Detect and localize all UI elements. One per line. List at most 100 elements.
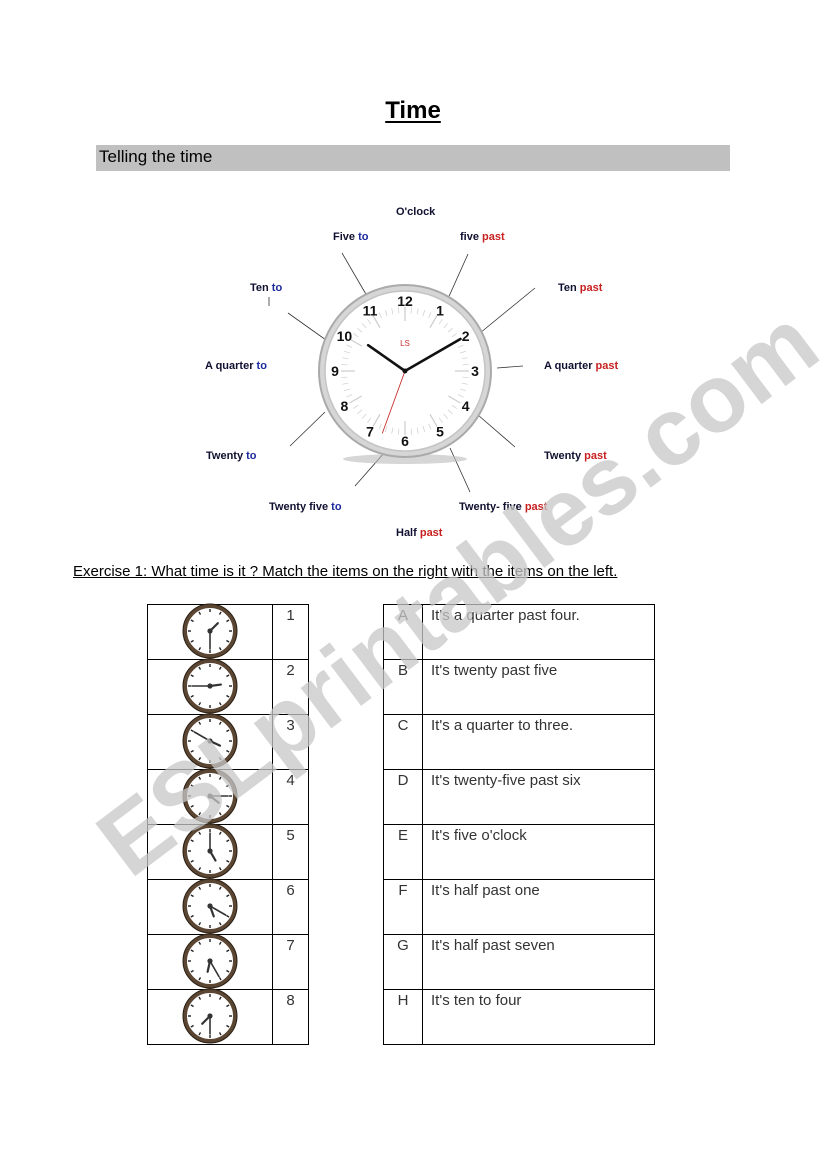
clock-number: 2 (272, 659, 309, 715)
label-main: Twenty- five (459, 501, 525, 513)
answer-row: B It's twenty past five (383, 659, 655, 715)
answer-row: C It's a quarter to three. (383, 714, 655, 770)
leader-line (449, 447, 471, 493)
answer-text: It's ten to four (422, 989, 655, 1045)
clock-numeral: 10 (337, 328, 353, 344)
answer-letter: D (383, 769, 423, 825)
label-five-past: five past (460, 231, 505, 243)
answer-text: It's a quarter past four. (422, 604, 655, 660)
clock-center (402, 368, 408, 374)
clock-number: 4 (272, 769, 309, 825)
label-half-past: Half past (396, 527, 442, 539)
label-quarter-to: A quarter to (205, 360, 267, 372)
mini-clock-icon (182, 933, 238, 989)
label-twenty-to: Twenty to (206, 450, 257, 462)
clock-numeral: 6 (401, 433, 409, 449)
exercise-instruction: Exercise 1: What time is it ? Match the … (73, 563, 618, 580)
answer-row: H It's ten to four (383, 989, 655, 1045)
label-suffix-to: to (271, 282, 283, 294)
label-main: Ten (250, 282, 272, 294)
answer-text: It's half past one (422, 879, 655, 935)
clock-cell (147, 658, 273, 715)
label-main: Five (333, 231, 359, 243)
label-twenty-past: Twenty past (544, 450, 607, 462)
label-suffix-past: past (482, 231, 505, 243)
label-suffix-to: to (358, 231, 369, 243)
answer-text: It's half past seven (422, 934, 655, 990)
clock-cell (147, 713, 273, 770)
clock-diagram: 121234567891011 LS (268, 252, 536, 493)
clock-row: 2 (147, 658, 309, 715)
answer-row: D It's twenty-five past six (383, 769, 655, 825)
label-suffix-past: past (419, 527, 443, 539)
label-main: Twenty five (269, 501, 332, 513)
label-main: Twenty (544, 450, 585, 462)
answer-letter: H (383, 989, 423, 1045)
clock-numeral: 4 (462, 398, 470, 414)
answer-letter: C (383, 714, 423, 770)
clock-numeral: 9 (331, 363, 339, 379)
answer-text: It's five o'clock (422, 824, 655, 880)
clock-cell (147, 603, 273, 660)
label-five-to: Five to (333, 231, 368, 243)
clock-row: 4 (147, 768, 309, 825)
clock-row: 5 (147, 823, 309, 880)
label-oclock: O'clock (396, 206, 435, 218)
clock-numeral: 2 (462, 328, 470, 344)
clock-number: 5 (272, 824, 309, 880)
label-main: five (460, 231, 483, 243)
answer-text: It's a quarter to three. (422, 714, 655, 770)
clock-cell (147, 878, 273, 935)
mini-clock-icon (182, 878, 238, 934)
label-twenty-five-to: Twenty five to (269, 501, 342, 513)
label-suffix-to: to (256, 360, 267, 372)
label-quarter-past: A quarter past (544, 360, 618, 372)
answer-text: It's twenty-five past six (422, 769, 655, 825)
leader-line (479, 287, 536, 334)
clock-numeral: 3 (471, 363, 479, 379)
label-main: A quarter (544, 360, 596, 372)
label-suffix-past: past (584, 450, 607, 462)
clock-row: 7 (147, 933, 309, 990)
answer-letter: E (383, 824, 423, 880)
leader-line (289, 411, 326, 447)
label-main: Ten (558, 282, 580, 294)
clock-number: 3 (272, 714, 309, 770)
answer-row: G It's half past seven (383, 934, 655, 990)
mini-clock-icon (182, 713, 238, 769)
label-suffix-to: to (246, 450, 257, 462)
clocks-table: 12345678 (147, 603, 309, 1045)
label-main: Twenty (206, 450, 247, 462)
label-ten-past: Ten past (558, 282, 602, 294)
mini-clock-icon (182, 768, 238, 824)
label-suffix-past: past (579, 282, 603, 294)
clock-number: 1 (272, 604, 309, 660)
clock-cell (147, 768, 273, 825)
clock-numeral: 11 (363, 302, 378, 318)
answer-letter: B (383, 659, 423, 715)
answer-letter: G (383, 934, 423, 990)
mini-clock-icon (182, 603, 238, 659)
clock-row: 1 (147, 603, 309, 660)
clock-numeral: 1 (436, 302, 444, 318)
leader-line (287, 312, 327, 341)
clock-numeral: 8 (340, 398, 348, 414)
label-twenty-five-past: Twenty- five past (459, 501, 547, 513)
clock-numeral: 5 (436, 424, 444, 440)
clock-numeral: 12 (397, 293, 413, 309)
mini-clock-icon (182, 658, 238, 714)
label-main: A quarter (205, 360, 257, 372)
answer-letter: A (383, 604, 423, 660)
answers-table: A It's a quarter past four. B It's twenty p… (383, 604, 655, 1045)
label-main: O'clock (396, 206, 436, 218)
brand-mark: LS (400, 339, 410, 348)
mini-clock-icon (182, 988, 238, 1044)
label-suffix-past: past (524, 501, 548, 513)
clock-cell (147, 933, 273, 990)
clock-number: 6 (272, 879, 309, 935)
label-ten-to: Ten to (250, 282, 282, 294)
answer-text: It's twenty past five (422, 659, 655, 715)
label-suffix-past: past (595, 360, 619, 372)
clock-row: 8 (147, 988, 309, 1045)
label-suffix-to: to (331, 501, 342, 513)
